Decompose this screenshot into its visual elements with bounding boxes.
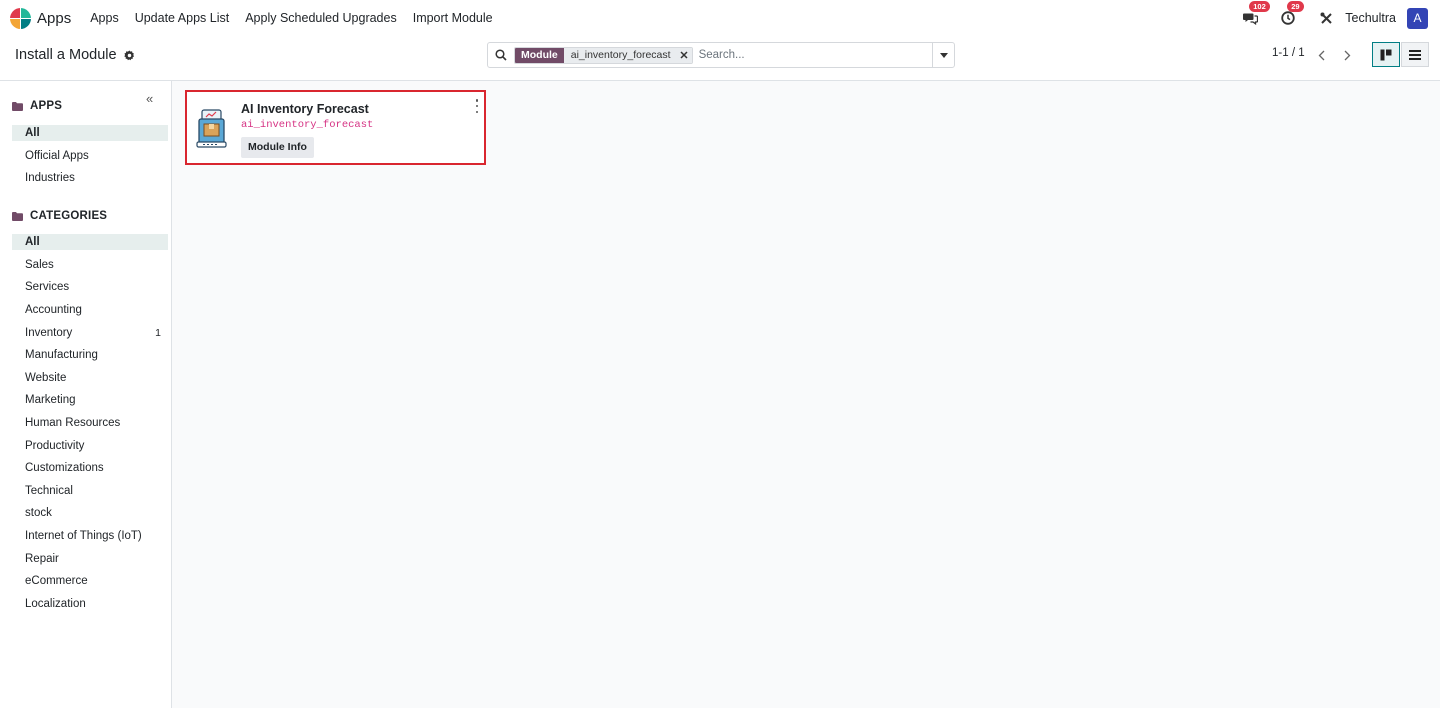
search-options-toggle[interactable] xyxy=(932,43,954,67)
module-card[interactable]: AI Inventory Forecast ai_inventory_forec… xyxy=(185,90,486,165)
control-panel: Install a Module Module ai_inventory_for… xyxy=(0,36,1440,81)
pager-value[interactable]: 1-1 / 1 xyxy=(1272,47,1305,59)
category-item-stock[interactable]: stock xyxy=(12,505,168,521)
chevron-right-icon xyxy=(1344,50,1350,60)
category-item-accounting[interactable]: Accounting xyxy=(12,302,168,318)
pager-next-button[interactable] xyxy=(1336,44,1358,66)
search-facet: Module ai_inventory_forecast xyxy=(514,46,693,64)
debug-tools-button[interactable] xyxy=(1317,9,1335,27)
caret-down-icon xyxy=(939,52,948,58)
page-title: Install a Module xyxy=(15,47,117,63)
search-input[interactable] xyxy=(698,49,932,61)
messages-badge: 102 xyxy=(1249,1,1270,12)
collapse-sidebar-icon[interactable]: « xyxy=(146,91,153,106)
kanban-view: AI Inventory Forecast ai_inventory_forec… xyxy=(172,81,1440,708)
tools-icon xyxy=(1320,12,1332,24)
app-title[interactable]: Apps xyxy=(37,10,71,27)
category-count: 1 xyxy=(155,327,161,339)
facet-value: ai_inventory_forecast xyxy=(563,47,676,63)
folder-icon xyxy=(12,211,23,221)
menu-import-module[interactable]: Import Module xyxy=(413,11,493,25)
category-item-manufacturing[interactable]: Manufacturing xyxy=(12,347,168,363)
categories-section-header: CATEGORIES xyxy=(12,210,107,222)
category-item-services[interactable]: Services xyxy=(12,279,168,295)
category-item-human-resources[interactable]: Human Resources xyxy=(12,415,168,431)
search-bar: Module ai_inventory_forecast xyxy=(487,42,955,68)
apps-item-all[interactable]: All xyxy=(12,125,168,141)
category-item-repair[interactable]: Repair xyxy=(12,551,168,567)
category-item-sales[interactable]: Sales xyxy=(12,257,168,273)
kebab-menu-icon[interactable] xyxy=(473,99,481,113)
category-item-label: Inventory xyxy=(25,327,73,339)
category-item-localization[interactable]: Localization xyxy=(12,596,168,612)
category-item-technical[interactable]: Technical xyxy=(12,483,168,499)
breadcrumb: Install a Module xyxy=(15,47,135,63)
chevron-left-icon xyxy=(1318,50,1324,60)
category-item-inventory[interactable]: Inventory 1 xyxy=(12,325,168,341)
category-item-website[interactable]: Website xyxy=(12,370,168,386)
category-item-productivity[interactable]: Productivity xyxy=(12,438,168,454)
category-item-iot[interactable]: Internet of Things (IoT) xyxy=(12,528,168,544)
gear-icon[interactable] xyxy=(123,49,135,61)
activities-button[interactable]: 29 xyxy=(1279,1,1304,27)
module-icon xyxy=(195,109,228,149)
kanban-view-button[interactable] xyxy=(1372,42,1400,67)
chat-icon xyxy=(1242,13,1258,25)
apps-logo-icon[interactable] xyxy=(10,7,31,29)
brand[interactable]: Apps xyxy=(10,7,71,29)
activities-badge: 29 xyxy=(1287,1,1304,12)
menu-apps[interactable]: Apps xyxy=(90,11,119,25)
kanban-icon xyxy=(1380,49,1392,60)
search-icon xyxy=(488,49,514,61)
top-navbar: Apps Apps Update Apps List Apply Schedul… xyxy=(0,0,1440,36)
list-icon xyxy=(1409,49,1421,60)
module-technical-name: ai_inventory_forecast xyxy=(241,119,374,131)
pager-previous-button[interactable] xyxy=(1310,44,1332,66)
list-view-button[interactable] xyxy=(1401,42,1429,67)
user-avatar[interactable]: A xyxy=(1407,7,1428,29)
systray: 102 29 Techultra A xyxy=(1241,0,1428,36)
apps-section-header: APPS xyxy=(12,100,62,112)
menu-apply-scheduled-upgrades[interactable]: Apply Scheduled Upgrades xyxy=(245,11,397,25)
apps-item-official-apps[interactable]: Official Apps xyxy=(12,148,168,164)
category-item-ecommerce[interactable]: eCommerce xyxy=(12,573,168,589)
clock-icon xyxy=(1281,11,1295,25)
messages-button[interactable]: 102 xyxy=(1241,1,1270,27)
categories-section-title: CATEGORIES xyxy=(30,210,108,222)
main-menu: Apps Update Apps List Apply Scheduled Up… xyxy=(90,11,508,25)
module-name: AI Inventory Forecast xyxy=(241,102,369,116)
facet-label: Module xyxy=(515,47,564,63)
folder-icon xyxy=(12,101,23,111)
apps-item-industries[interactable]: Industries xyxy=(12,170,168,186)
module-info-button[interactable]: Module Info xyxy=(241,137,314,158)
category-item-all[interactable]: All xyxy=(12,234,168,250)
search-panel: « APPS All Official Apps Industries CATE… xyxy=(0,81,172,708)
apps-section-title: APPS xyxy=(30,100,63,112)
menu-update-apps-list[interactable]: Update Apps List xyxy=(135,11,230,25)
close-icon[interactable] xyxy=(675,47,692,63)
company-switcher[interactable]: Techultra xyxy=(1345,11,1396,25)
category-item-customizations[interactable]: Customizations xyxy=(12,460,168,476)
category-item-marketing[interactable]: Marketing xyxy=(12,392,168,408)
